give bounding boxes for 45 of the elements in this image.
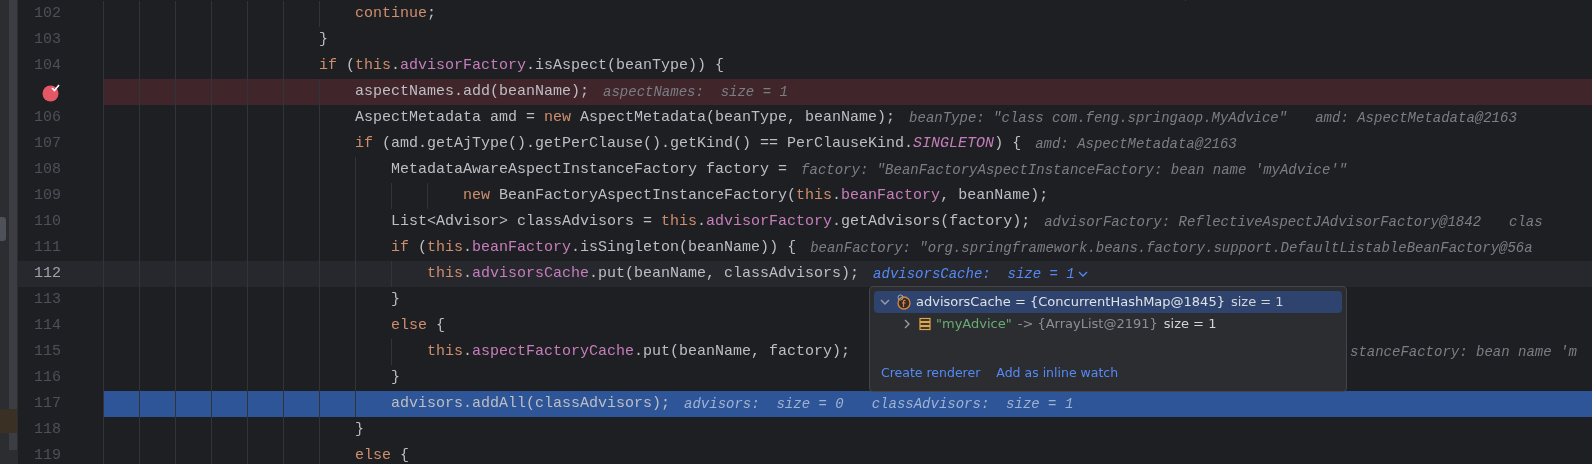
field-icon [896, 294, 912, 310]
code-line: if (this.advisorFactory.isAspect(beanType)) { [319, 56, 725, 76]
code-line: MetadataAwareAspectInstanceFactory factory = [391, 160, 788, 180]
tree-row[interactable]: advisorsCache = {ConcurrentHashMap@1845} size = 1 [874, 291, 1342, 313]
code-line: advisors.addAll(classAdvisors); [391, 394, 671, 414]
list-icon [918, 317, 932, 331]
code-line: List<Advisor> classAdvisors = this.advisorFactory.getAdvisors(factory); [391, 212, 1031, 232]
code-line: aspectNames.add(beanName); [355, 82, 590, 102]
popup-link[interactable]: Create renderer [881, 364, 981, 383]
inline-value-hint: classAdvisors: size = 1 [871, 394, 1074, 414]
code-line: } [319, 30, 328, 50]
code-line: } [391, 290, 400, 310]
tree-node-label: advisorsCache = {ConcurrentHashMap@1845} size = 1 [916, 293, 1284, 312]
chevron-right-icon[interactable] [902, 319, 912, 329]
inline-value-hint: amd: AspectMetadata@2163 [1035, 134, 1237, 154]
inline-value-hint: beanFactory: "org.springframework.beans.factory.support.DefaultListableBeanFactory@56a [810, 238, 1533, 258]
inline-value-hint: beanType: "class com.feng.springaop.MyAdvice" [909, 108, 1288, 128]
code-line: } [355, 420, 364, 440]
inline-value-hint: clas [1509, 212, 1543, 232]
code-line: if (amd.getAjType().getPerClause().getKind() == PerClauseKind.SINGLETON) { [355, 134, 1022, 154]
inline-watch-link[interactable]: advisorsCache: size = 1 [873, 263, 1075, 285]
change-marker [0, 409, 17, 433]
inline-value-hint: amd: AspectMetadata@2163 [1315, 108, 1517, 128]
code-line: continue; [355, 4, 437, 24]
code-line: else { [355, 446, 410, 464]
breakpoint-icon[interactable] [42, 82, 61, 102]
code-line: if (this.beanFactory.isSingleton(beanName)) { [391, 238, 797, 258]
tree-node-label: "myAdvice" -> {ArrayList@2191} size = 1 [936, 315, 1217, 334]
inline-value-hint: aspectNames: size = 1 [603, 82, 788, 102]
inline-value-hint: factory: "BeanFactoryAspectInstanceFactory: bean name 'myAdvice'" [801, 160, 1348, 180]
tree-row[interactable]: "myAdvice" -> {ArrayList@2191} size = 1 [874, 313, 1342, 335]
chevron-down-icon[interactable] [880, 297, 890, 307]
inline-value-hint: advisors: size = 0 [684, 394, 844, 414]
inline-value-hint: advisorFactory: ReflectiveAspectJAdvisorFactory@1842 [1044, 212, 1482, 232]
code-line: else { [391, 316, 446, 336]
chevron-down-icon[interactable] [1077, 271, 1088, 277]
code-line: this.aspectFactoryCache.put(beanName, factory); [427, 342, 851, 362]
line-number: 112 [34, 264, 61, 284]
code-line: } [391, 368, 400, 388]
code-line: AspectMetadata amd = new AspectMetadata(beanType, beanName); [355, 108, 896, 128]
code-line: this.advisorsCache.put(beanName, classAdvisors); [427, 264, 860, 284]
scroll-thumb[interactable] [0, 217, 6, 241]
popup-link[interactable]: Add as inline watch [996, 364, 1119, 383]
code-line: new BeanFactoryAspectInstanceFactory(this.beanFactory, beanName); [463, 186, 1049, 206]
inline-value-hint: stanceFactory: bean name 'm [1350, 343, 1577, 362]
